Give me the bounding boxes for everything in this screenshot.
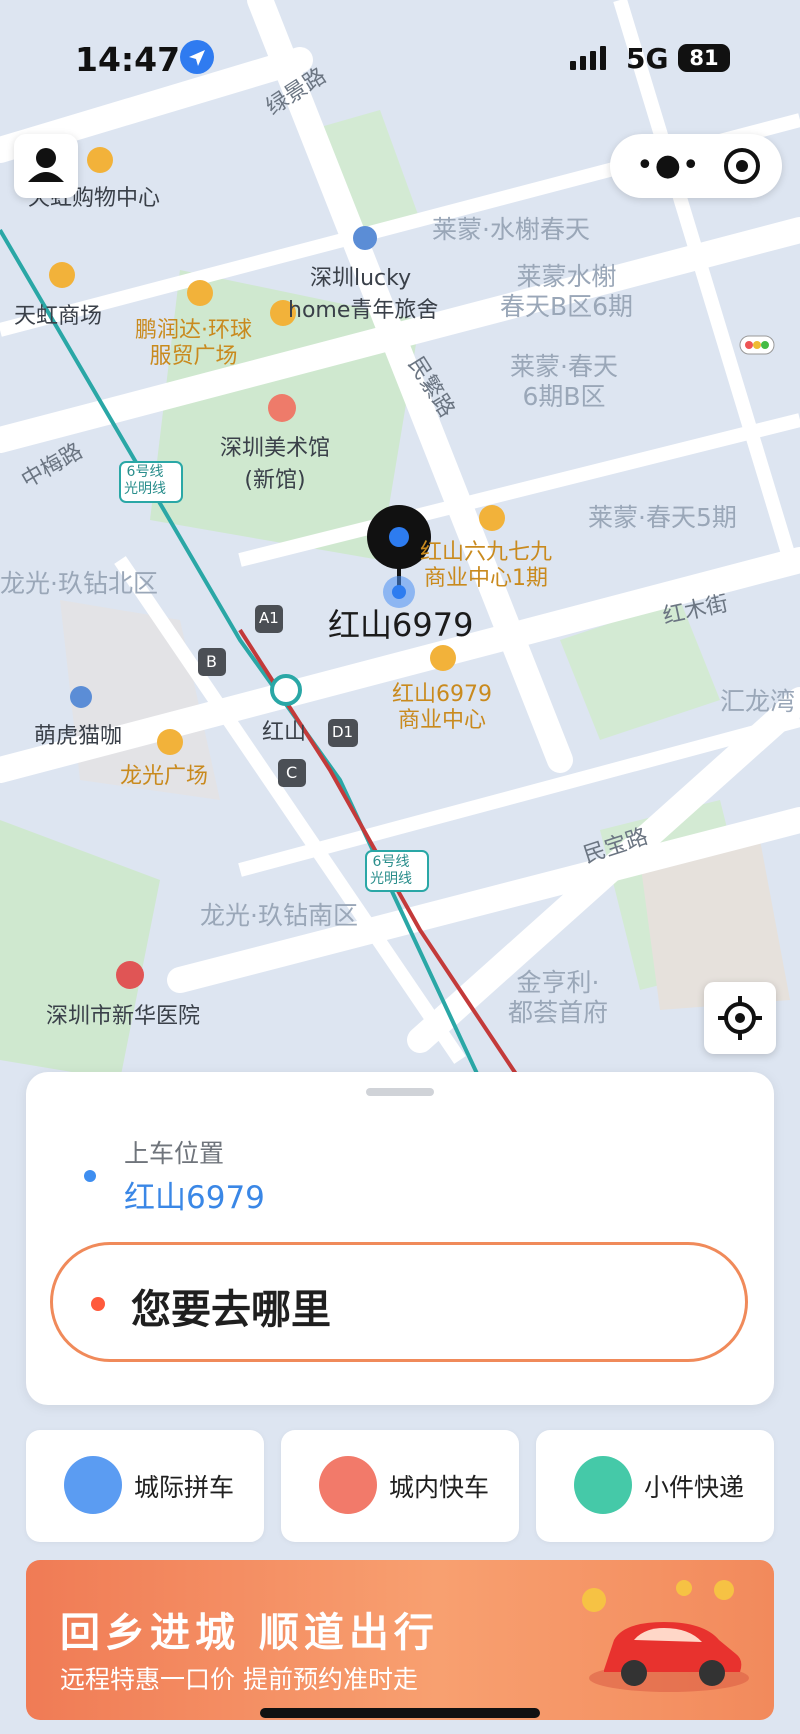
locate-me-button[interactable] xyxy=(704,982,776,1054)
map-label-youth-hostel-line1: 深圳lucky xyxy=(310,266,412,291)
map-label-laimeng-6b-line1: 莱蒙·春天 xyxy=(510,352,618,381)
map-label-penrunda-line1: 鹏润达·环球 xyxy=(135,318,252,343)
map-label-hongshan-697-line1: 红山六九七九 xyxy=(420,540,553,565)
pickup-location[interactable]: 红山6979 xyxy=(124,1172,265,1217)
map-label-hongshan-697-line2: 商业中心1期 xyxy=(424,566,548,591)
pin-location-label: 红山6979 xyxy=(328,606,474,644)
metro-exit-d1: D1 xyxy=(332,723,354,741)
map-label-laimeng-shuixie: 莱蒙·水榭春天 xyxy=(432,215,590,244)
service-parcel-delivery[interactable]: 小件快递 xyxy=(536,1430,774,1542)
metro-line6-badge-north: 6号线 光明线 xyxy=(124,464,166,497)
location-services-icon xyxy=(180,40,214,74)
destination-input[interactable]: 您要去哪里 xyxy=(50,1242,748,1362)
promo-subtitle: 远程特惠一口价 提前预约准时走 xyxy=(60,1665,418,1694)
map-label-hongshan-697: 红山六九七九 商业中心1期 xyxy=(420,540,552,592)
map-label-jinhengli-line2: 都荟首府 xyxy=(508,998,609,1027)
map-label-jinhengli-line1: 金亨利· xyxy=(516,968,600,997)
promo-banner[interactable]: 回乡进城 顺道出行 远程特惠一口价 提前预约准时走 xyxy=(26,1560,774,1720)
destination-dot-icon xyxy=(91,1297,105,1311)
map-label-hongshan-biz-line1: 红山6979 xyxy=(392,682,492,707)
map-label-xinhua-hospital: 深圳市新华医院 xyxy=(46,1004,201,1029)
map-label-laimeng-b6-line2: 春天B区6期 xyxy=(500,292,634,321)
package-icon xyxy=(574,1456,632,1514)
map-label-jiuzuan-south: 龙光·玖钻南区 xyxy=(200,901,358,930)
service-city-express[interactable]: 城内快车 xyxy=(281,1430,519,1542)
map-label-laimeng-b6: 莱蒙水榭 春天B区6期 xyxy=(500,262,633,322)
pickup-caption: 上车位置 xyxy=(124,1139,225,1168)
target-icon[interactable] xyxy=(724,148,760,184)
metro-exit-c: C xyxy=(286,763,298,782)
map-label-art-museum-line2: (新馆) xyxy=(244,468,306,493)
network-type: 5G xyxy=(626,42,669,75)
ride-request-card: 上车位置 红山6979 您要去哪里 xyxy=(26,1072,774,1405)
metro-exit-a1: A1 xyxy=(259,609,279,627)
map-label-menghu-cafe: 萌虎猫咖 xyxy=(34,724,123,749)
promo-title: 回乡进城 顺道出行 xyxy=(60,1610,439,1656)
map-label-jinhengli: 金亨利· 都荟首府 xyxy=(508,968,608,1028)
map-label-huilong-bay: 汇龙湾 xyxy=(720,687,796,716)
status-time: 14:47 xyxy=(75,40,181,79)
carpool-icon xyxy=(64,1456,122,1514)
metro-line6-badge-south: 6号线 光明线 xyxy=(370,854,412,887)
map-label-tianhong-mall: 天虹商场 xyxy=(14,304,103,329)
map-label-laimeng-6b-line2: 6期B区 xyxy=(522,382,606,411)
metro-exit-b: B xyxy=(206,652,217,671)
status-bar: 14:47 5G 81 xyxy=(0,0,800,110)
service-intercity-carpool[interactable]: 城际拼车 xyxy=(26,1430,264,1542)
map-label-art-museum-line1: 深圳美术馆 xyxy=(220,436,331,461)
cellular-signal-icon xyxy=(570,46,606,70)
map-label-youth-hostel: 深圳lucky home青年旅舍 xyxy=(288,260,438,324)
map-label-art-museum: 深圳美术馆 (新馆) xyxy=(220,430,330,494)
map-label-hongshan-biz-line2: 商业中心 xyxy=(397,708,486,733)
drag-handle[interactable] xyxy=(366,1088,434,1096)
red-car-illustration xyxy=(582,1580,749,1692)
map-label-laimeng-b6-line1: 莱蒙水榭 xyxy=(516,262,617,291)
locate-icon xyxy=(718,996,762,1040)
map-label-laimeng-6b: 莱蒙·春天 6期B区 xyxy=(510,352,618,412)
service-label: 城内快车 xyxy=(389,1473,490,1502)
map-label-longguang-plaza: 龙光广场 xyxy=(120,764,209,789)
home-indicator xyxy=(260,1708,540,1718)
pickup-dot-icon xyxy=(84,1170,96,1182)
mini-program-capsule: •●• xyxy=(610,134,782,198)
profile-button[interactable] xyxy=(14,134,78,198)
map-label-laimeng-5: 莱蒙·春天5期 xyxy=(588,503,737,532)
destination-placeholder: 您要去哪里 xyxy=(131,1287,331,1333)
map-label-penrunda-line2: 服贸广场 xyxy=(149,344,238,369)
metro-station-hongshan[interactable]: 红山 xyxy=(262,714,306,746)
map-label-penrunda: 鹏润达·环球 服贸广场 xyxy=(135,318,252,370)
user-icon xyxy=(28,148,64,182)
service-label: 小件快递 xyxy=(644,1473,745,1502)
service-label: 城际拼车 xyxy=(134,1473,235,1502)
car-icon xyxy=(319,1456,377,1514)
map-label-jiuzuan-north: 龙光·玖钻北区 xyxy=(0,569,158,598)
battery-icon: 81 xyxy=(678,44,730,72)
map-label-hongshan-biz: 红山6979 商业中心 xyxy=(392,682,492,734)
map-label-youth-hostel-line2: home青年旅舍 xyxy=(288,298,439,323)
more-icon[interactable]: •●• xyxy=(636,151,701,181)
